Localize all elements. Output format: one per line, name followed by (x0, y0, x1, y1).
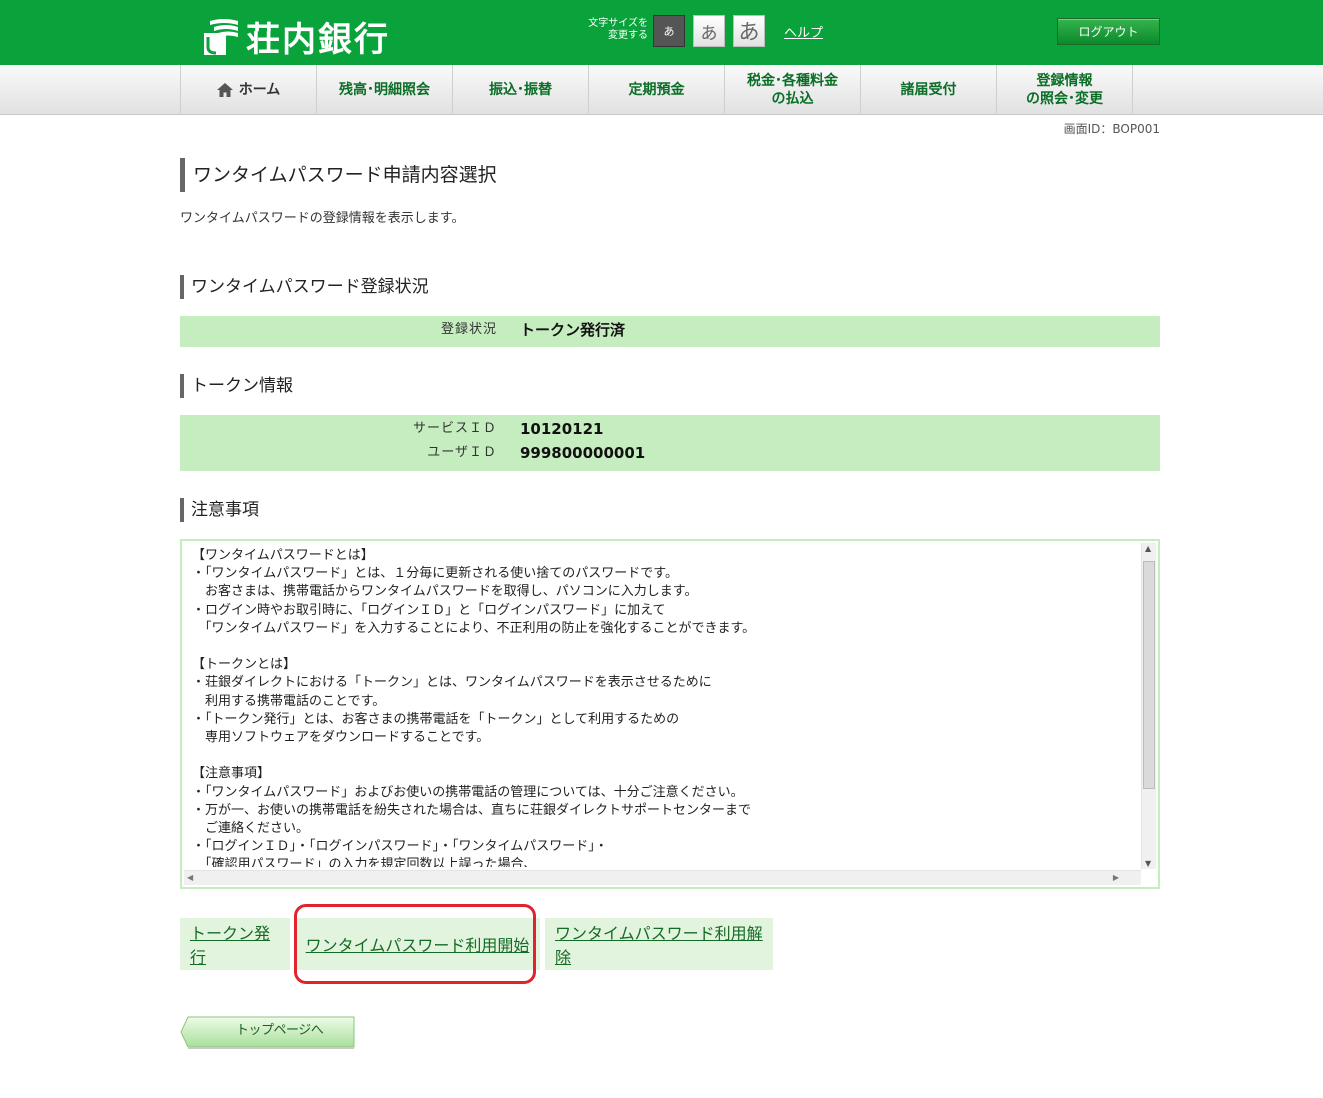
token-info-panel: サービスＩＤ 10120121 ユーザＩＤ 999800000001 (180, 415, 1160, 471)
bank-logo[interactable]: 荘内銀行 (204, 12, 390, 61)
nav-item-label: 税金･各種料金 の払込 (747, 73, 838, 107)
user-id-value: 999800000001 (520, 444, 646, 462)
user-id-label: ユーザＩＤ (427, 445, 497, 460)
registration-status-panel: 登録状況 トークン発行済 (180, 316, 1160, 347)
nav-item-notifications[interactable]: 諸届受付 (861, 65, 997, 115)
help-link[interactable]: ヘルプ (784, 22, 823, 41)
font-size-small-button[interactable]: あ (653, 15, 685, 47)
bank-name: 荘内銀行 (246, 20, 390, 60)
notice-text: 【ワンタイムパスワードとは】 ・「ワンタイムパスワード」とは、１分毎に更新される… (192, 548, 756, 867)
scroll-left-icon[interactable]: ◀ (187, 873, 193, 882)
nav-item-label: 定期預金 (628, 82, 685, 98)
bank-logo-icon (204, 17, 242, 57)
nav-item-label: 諸届受付 (900, 82, 957, 98)
top-page-button[interactable]: トップページへ (180, 1016, 355, 1050)
registration-status-label: 登録状況 (440, 322, 497, 337)
font-size-large-button[interactable]: あ (733, 15, 765, 47)
notice-horizontal-scrollbar[interactable]: ◀ ▶ (184, 870, 1141, 885)
scroll-up-icon[interactable]: ▲ (1145, 544, 1151, 553)
issue-token-link[interactable]: トークン発行 (180, 918, 290, 970)
notice-textarea[interactable]: 【ワンタイムパスワードとは】 ・「ワンタイムパスワード」とは、１分毎に更新される… (180, 539, 1160, 889)
screen-id: 画面ID：BOP001 (1063, 122, 1160, 136)
token-info-heading: トークン情報 (180, 374, 293, 398)
global-nav: ホーム 残高･明細照会 振込･振替 定期預金 税金･各種料金 の払込 諸届受付 … (0, 65, 1323, 115)
registration-status-row: 登録状況 トークン発行済 (180, 318, 1160, 342)
nav-item-balance[interactable]: 残高･明細照会 (317, 65, 453, 115)
logout-button[interactable]: ログアウト (1057, 18, 1160, 45)
notice-heading: 注意事項 (180, 498, 259, 522)
highlight-box (294, 904, 536, 984)
nav-item-label: 登録情報 の照会･変更 (1026, 73, 1103, 107)
top-page-label: トップページへ (236, 1023, 324, 1038)
font-size-label: 文字サイズを 変更する (588, 18, 648, 41)
scroll-right-icon[interactable]: ▶ (1113, 873, 1119, 882)
registration-status-heading: ワンタイムパスワード登録状況 (180, 275, 429, 299)
service-id-value: 10120121 (520, 420, 604, 438)
scroll-down-icon[interactable]: ▼ (1145, 859, 1151, 868)
nav-item-label: 残高･明細照会 (339, 82, 430, 98)
nav-item-registration-info[interactable]: 登録情報 の照会･変更 (997, 65, 1133, 115)
font-size-medium-button[interactable]: あ (693, 15, 725, 47)
service-id-label: サービスＩＤ (412, 421, 497, 436)
nav-item-time-deposit[interactable]: 定期預金 (589, 65, 725, 115)
home-icon (216, 83, 233, 97)
nav-item-label: ホーム (238, 82, 281, 98)
service-id-row: サービスＩＤ 10120121 (180, 417, 1160, 441)
page-lead-text: ワンタイムパスワードの登録情報を表示します。 (180, 211, 465, 226)
user-id-row: ユーザＩＤ 999800000001 (180, 441, 1160, 465)
scroll-thumb[interactable] (1143, 561, 1155, 789)
registration-status-value: トークン発行済 (520, 321, 626, 339)
cancel-otp-link[interactable]: ワンタイムパスワード利用解除 (545, 918, 773, 970)
header-bar: 荘内銀行 文字サイズを 変更する あ あ あ ヘルプ ログアウト (0, 0, 1323, 65)
nav-item-transfer[interactable]: 振込･振替 (453, 65, 589, 115)
nav-item-tax-payment[interactable]: 税金･各種料金 の払込 (725, 65, 861, 115)
notice-vertical-scrollbar[interactable]: ▲ ▼ (1141, 543, 1156, 869)
page-title: ワンタイムパスワード申請内容選択 (180, 158, 497, 192)
nav-item-label: 振込･振替 (489, 82, 552, 98)
nav-item-home[interactable]: ホーム (181, 65, 317, 115)
